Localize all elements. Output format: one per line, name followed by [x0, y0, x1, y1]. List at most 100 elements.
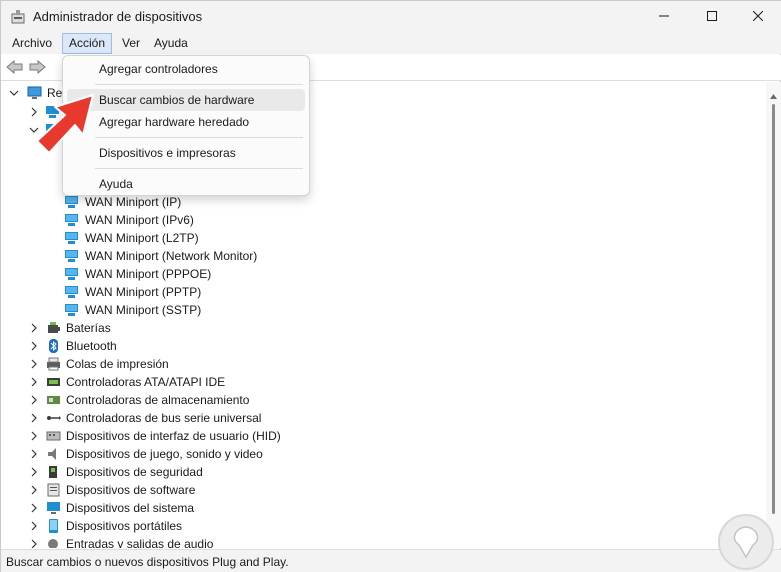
network-adapter-icon: [64, 285, 79, 299]
print-queue-icon: [46, 357, 61, 371]
device-category-row[interactable]: Entradas y salidas de audio: [1, 535, 341, 548]
chevron-right-icon[interactable]: [29, 499, 39, 517]
batteries-icon: [46, 321, 61, 335]
pointer-arrow-icon: [36, 94, 94, 154]
network-adapter-icon: [64, 303, 79, 317]
network-adapter-row[interactable]: WAN Miniport (PPTP): [1, 283, 321, 301]
close-button[interactable]: [735, 1, 781, 33]
portable-device-icon: [46, 519, 61, 533]
maximize-icon: [707, 10, 717, 24]
minimize-button[interactable]: [641, 1, 687, 33]
device-category-row[interactable]: Dispositivos portátiles: [1, 517, 341, 535]
device-category-row[interactable]: Dispositivos de juego, sonido y video: [1, 445, 341, 463]
menu-item-agregar-controladores[interactable]: Agregar controladores: [67, 58, 305, 80]
network-adapter-label: WAN Miniport (PPTP): [85, 285, 202, 299]
back-arrow-icon[interactable]: [6, 59, 24, 75]
device-category-label: Controladoras ATA/ATAPI IDE: [66, 375, 226, 389]
hid-icon: [46, 429, 61, 443]
audio-io-icon: [46, 537, 61, 548]
network-adapter-icon: [64, 213, 79, 227]
menu-item-buscar-cambios[interactable]: Buscar cambios de hardware: [67, 89, 305, 111]
network-adapter-label: WAN Miniport (L2TP): [85, 231, 199, 245]
menu-bar: Archivo Acción Ver Ayuda: [1, 33, 781, 54]
minimize-icon: [659, 10, 669, 24]
bluetooth-icon: [46, 339, 61, 353]
network-adapter-label: WAN Miniport (IPv6): [85, 213, 194, 227]
device-category-row[interactable]: Controladoras de almacenamiento: [1, 391, 341, 409]
chevron-right-icon[interactable]: [29, 463, 39, 481]
menu-archivo[interactable]: Archivo: [6, 33, 58, 54]
network-adapter-icon: [64, 267, 79, 281]
device-category-row[interactable]: Baterías: [1, 319, 341, 337]
speaker-icon: [46, 447, 61, 461]
close-icon: [752, 10, 764, 24]
device-category-label: Dispositivos de interfaz de usuario (HID…: [66, 429, 281, 443]
device-category-label: Dispositivos de juego, sonido y video: [66, 447, 263, 461]
ata-controller-icon: [46, 375, 61, 389]
device-category-label: Entradas y salidas de audio: [66, 537, 214, 548]
scrollbar-thumb[interactable]: [772, 104, 775, 514]
device-category-row[interactable]: Controladoras ATA/ATAPI IDE: [1, 373, 341, 391]
menu-separator: [95, 137, 303, 138]
menu-separator: [95, 168, 303, 169]
device-manager-window: Administrador de dispositivos Archivo Ac…: [0, 0, 781, 572]
chevron-right-icon[interactable]: [29, 445, 39, 463]
software-device-icon: [46, 483, 61, 497]
device-category-label: Dispositivos del sistema: [66, 501, 195, 515]
network-adapter-row[interactable]: WAN Miniport (L2TP): [1, 229, 321, 247]
device-category-row[interactable]: Dispositivos de interfaz de usuario (HID…: [1, 427, 341, 445]
menu-item-agregar-hardware-heredado[interactable]: Agregar hardware heredado: [67, 111, 305, 133]
device-category-row[interactable]: Dispositivos de seguridad: [1, 463, 341, 481]
chevron-right-icon[interactable]: [29, 337, 39, 355]
watermark-logo: [718, 514, 774, 570]
device-category-label: Colas de impresión: [66, 357, 169, 371]
device-category-label: Controladoras de almacenamiento: [66, 393, 250, 407]
usb-icon: [46, 411, 61, 425]
chevron-right-icon[interactable]: [29, 373, 39, 391]
network-adapter-row[interactable]: WAN Miniport (IPv6): [1, 211, 321, 229]
status-text: Buscar cambios o nuevos dispositivos Plu…: [6, 555, 289, 569]
scroll-up-icon[interactable]: [770, 88, 777, 102]
network-adapter-label: WAN Miniport (SSTP): [85, 303, 202, 317]
network-adapter-icon: [64, 195, 79, 209]
device-category-label: Dispositivos portátiles: [66, 519, 183, 533]
menu-item-ayuda[interactable]: Ayuda: [67, 173, 305, 195]
device-manager-icon: [11, 9, 25, 24]
network-adapter-row[interactable]: WAN Miniport (Network Monitor): [1, 247, 321, 265]
storage-controller-icon: [46, 393, 61, 407]
network-adapter-label: WAN Miniport (Network Monitor): [85, 249, 258, 263]
chevron-down-icon[interactable]: [9, 84, 19, 102]
system-device-icon: [46, 501, 61, 515]
network-adapter-row[interactable]: WAN Miniport (SSTP): [1, 301, 321, 319]
chevron-right-icon[interactable]: [29, 391, 39, 409]
menu-item-dispositivos-impresoras[interactable]: Dispositivos e impresoras: [67, 142, 305, 164]
security-device-icon: [46, 465, 61, 479]
status-bar: Buscar cambios o nuevos dispositivos Plu…: [1, 549, 781, 572]
vertical-scrollbar[interactable]: [766, 82, 781, 548]
device-category-label: Bluetooth: [66, 339, 117, 353]
forward-arrow-icon[interactable]: [28, 59, 46, 75]
device-category-label: Baterías: [66, 321, 111, 335]
chevron-right-icon[interactable]: [29, 355, 39, 373]
menu-ver[interactable]: Ver: [116, 33, 146, 54]
device-category-label: Dispositivos de seguridad: [66, 465, 203, 479]
chevron-right-icon[interactable]: [29, 535, 39, 548]
chevron-right-icon[interactable]: [29, 409, 39, 427]
chevron-right-icon[interactable]: [29, 427, 39, 445]
device-category-row[interactable]: Controladoras de bus serie universal: [1, 409, 341, 427]
title-bar: Administrador de dispositivos: [1, 1, 781, 33]
menu-accion[interactable]: Acción: [62, 33, 113, 54]
chevron-right-icon[interactable]: [29, 517, 39, 535]
menu-ayuda[interactable]: Ayuda: [148, 33, 194, 54]
device-category-row[interactable]: Bluetooth: [1, 337, 341, 355]
window-title: Administrador de dispositivos: [33, 9, 203, 24]
menu-separator: [95, 84, 303, 85]
network-adapter-row[interactable]: WAN Miniport (PPPOE): [1, 265, 321, 283]
chevron-right-icon[interactable]: [29, 319, 39, 337]
chevron-right-icon[interactable]: [29, 481, 39, 499]
device-category-row[interactable]: Colas de impresión: [1, 355, 341, 373]
device-category-label: Dispositivos de software: [66, 483, 196, 497]
device-category-row[interactable]: Dispositivos del sistema: [1, 499, 341, 517]
device-category-row[interactable]: Dispositivos de software: [1, 481, 341, 499]
maximize-button[interactable]: [689, 1, 735, 33]
